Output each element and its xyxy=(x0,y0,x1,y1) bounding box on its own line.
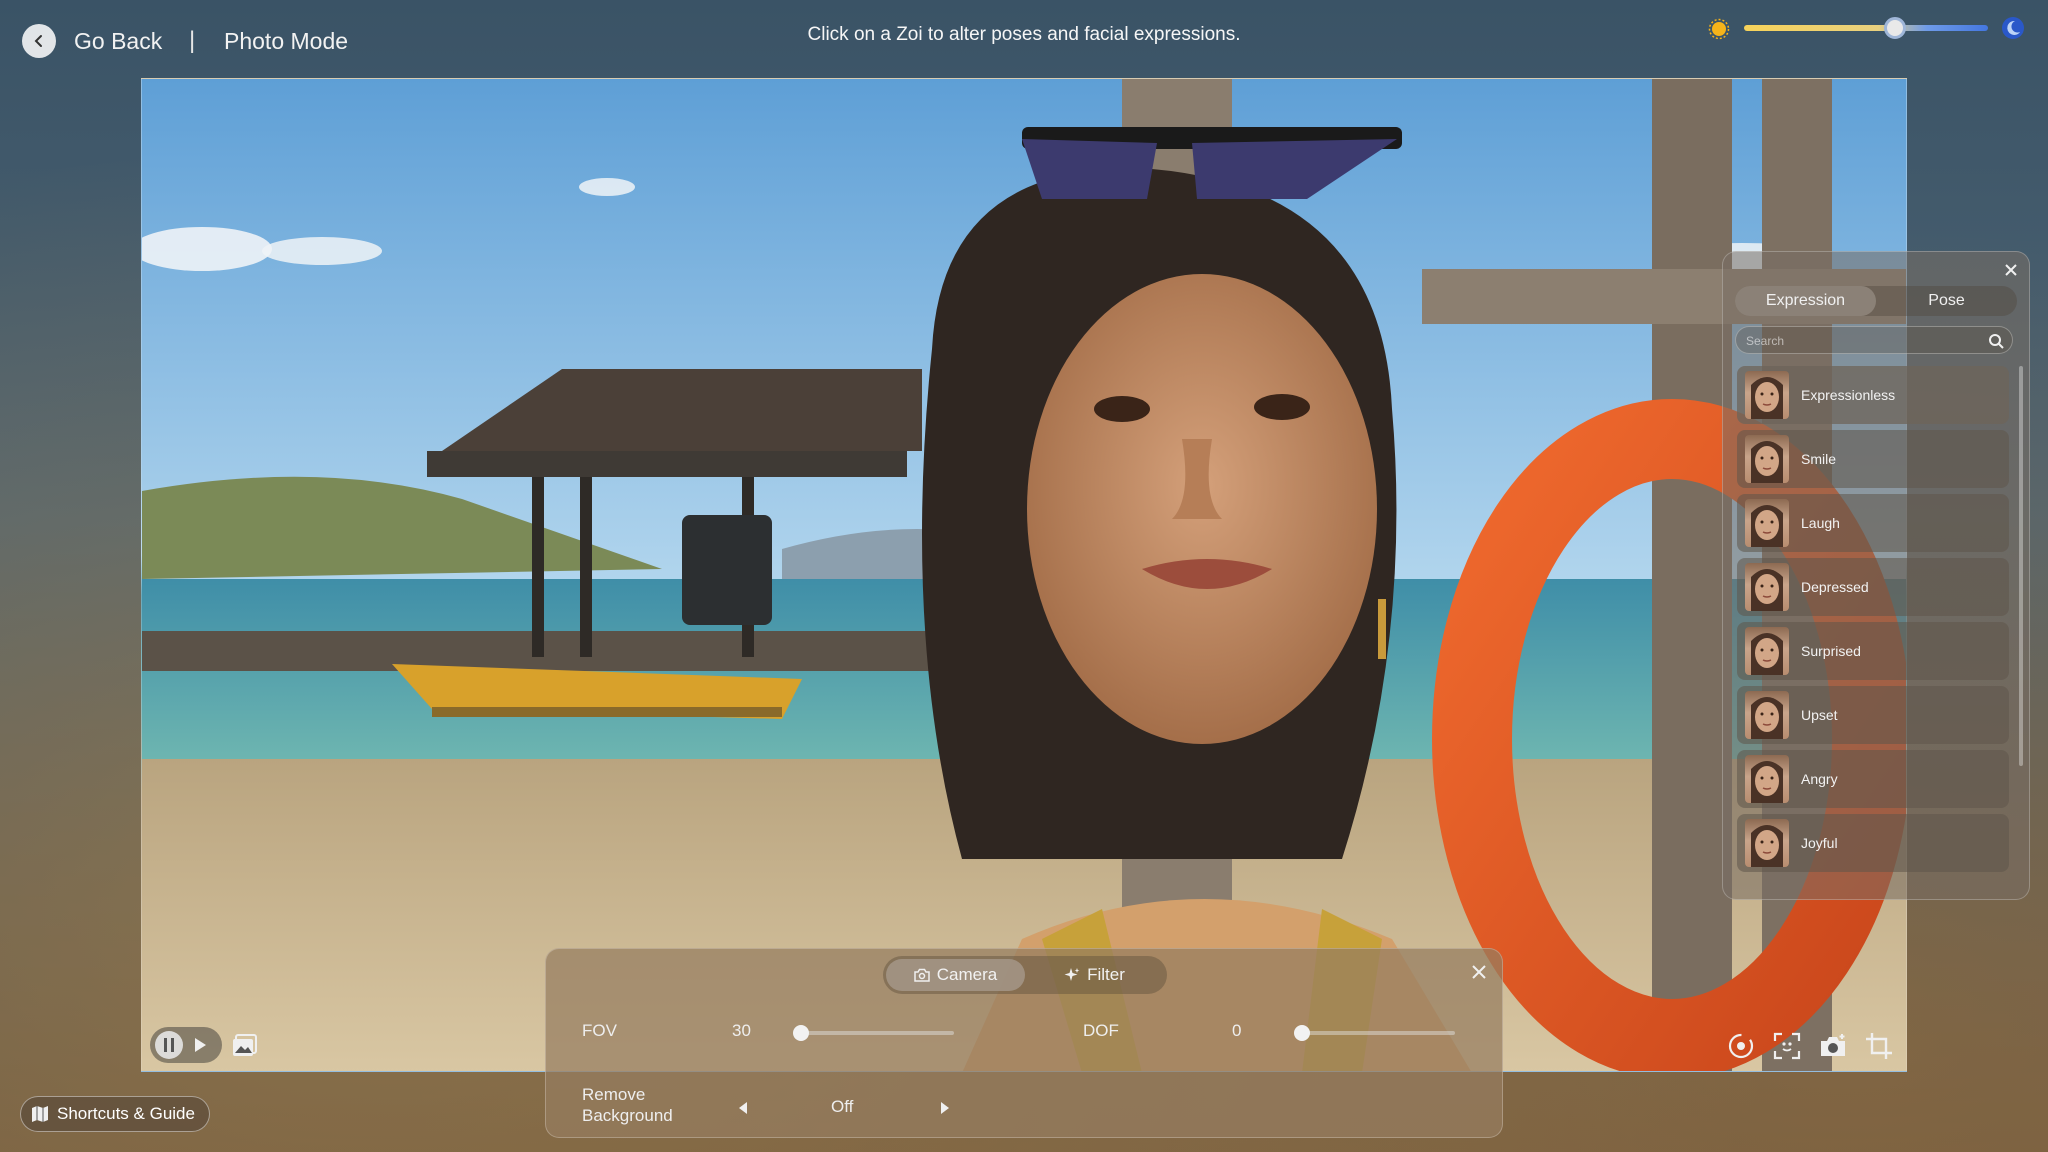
arrow-right-icon[interactable] xyxy=(938,1101,952,1115)
list-item[interactable]: Laugh xyxy=(1737,494,2009,552)
close-icon[interactable] xyxy=(1470,963,1488,981)
pause-button[interactable] xyxy=(155,1031,183,1059)
map-book-icon xyxy=(32,1106,48,1122)
gallery-icon[interactable] xyxy=(232,1033,258,1057)
list-item[interactable]: Joyful xyxy=(1737,814,2009,872)
expression-list: Expressionless Smile Laugh Depressed Surpris… xyxy=(1737,366,2009,878)
fov-slider-knob[interactable] xyxy=(793,1025,809,1041)
expression-panel: Expression Pose Expressionless Smile Laugh… xyxy=(1722,251,2030,900)
expression-label: Smile xyxy=(1801,451,1837,467)
expression-label: Laugh xyxy=(1801,515,1840,531)
expression-label: Depressed xyxy=(1801,579,1869,595)
instruction-hint: Click on a Zoi to alter poses and facial… xyxy=(807,24,1241,45)
remove-background-label-line2: Background xyxy=(582,1106,673,1125)
fov-slider[interactable] xyxy=(793,1025,954,1041)
shortcuts-guide-button[interactable]: Shortcuts & Guide xyxy=(20,1096,210,1132)
camera-settings-panel: Camera Filter FOV 30 DOF 0 Remove Backgr… xyxy=(545,948,1503,1138)
list-item[interactable]: Depressed xyxy=(1737,558,2009,616)
sparkle-icon xyxy=(1064,968,1080,981)
face-thumbnail xyxy=(1745,499,1789,547)
list-item[interactable]: Angry xyxy=(1737,750,2009,808)
playback-controls xyxy=(150,1027,222,1063)
tab-expression[interactable]: Expression xyxy=(1735,286,1876,316)
expression-label: Angry xyxy=(1801,771,1838,787)
time-of-day-slider[interactable] xyxy=(1744,17,1988,39)
expression-pose-tabs: Expression Pose xyxy=(1735,286,2017,316)
tab-pose[interactable]: Pose xyxy=(1876,286,2017,316)
list-item[interactable]: Upset xyxy=(1737,686,2009,744)
remove-background-label-line1: Remove xyxy=(582,1085,646,1104)
dof-slider[interactable] xyxy=(1294,1025,1455,1041)
scrollbar[interactable] xyxy=(2019,366,2023,766)
search-field[interactable] xyxy=(1735,326,2013,354)
sun-icon xyxy=(1708,18,1730,40)
dof-slider-knob[interactable] xyxy=(1294,1025,1310,1041)
list-item[interactable]: Expressionless xyxy=(1737,366,2009,424)
dof-value: 0 xyxy=(1232,1021,1242,1040)
tab-camera-label: Camera xyxy=(936,965,998,984)
play-icon[interactable] xyxy=(193,1037,207,1053)
face-thumbnail xyxy=(1745,563,1789,611)
list-item[interactable]: Smile xyxy=(1737,430,2009,488)
moon-icon xyxy=(2002,17,2024,39)
expression-label: Expressionless xyxy=(1801,387,1896,403)
tab-filter[interactable]: Filter xyxy=(1025,959,1164,991)
pause-icon xyxy=(164,1038,174,1052)
fov-label: FOV xyxy=(582,1021,617,1040)
list-item[interactable]: Surprised xyxy=(1737,622,2009,680)
expression-label: Surprised xyxy=(1801,643,1861,659)
face-thumbnail xyxy=(1745,627,1789,675)
fov-value: 30 xyxy=(732,1021,751,1040)
remove-background-value: Off xyxy=(831,1097,854,1116)
rotate-camera-icon[interactable] xyxy=(1726,1031,1756,1061)
face-thumbnail xyxy=(1745,819,1789,867)
camera-icon xyxy=(914,968,930,982)
capture-photo-icon[interactable] xyxy=(1818,1031,1848,1061)
search-input[interactable] xyxy=(1746,331,1976,351)
scene-image xyxy=(142,79,1906,1071)
search-icon[interactable] xyxy=(1988,333,2004,349)
photo-viewport[interactable] xyxy=(141,78,1907,1072)
face-thumbnail xyxy=(1745,435,1789,483)
dof-label: DOF xyxy=(1083,1021,1119,1040)
close-icon[interactable] xyxy=(2003,262,2019,278)
tab-camera[interactable]: Camera xyxy=(886,959,1025,991)
crop-icon[interactable] xyxy=(1864,1031,1894,1061)
tab-filter-label: Filter xyxy=(1087,965,1125,984)
face-thumbnail xyxy=(1745,691,1789,739)
focus-frame-icon[interactable] xyxy=(1772,1031,1802,1061)
face-thumbnail xyxy=(1745,755,1789,803)
expression-label: Joyful xyxy=(1801,835,1838,851)
shortcuts-label: Shortcuts & Guide xyxy=(57,1104,195,1123)
camera-filter-tabs: Camera Filter xyxy=(883,956,1167,994)
face-thumbnail xyxy=(1745,371,1789,419)
arrow-left-icon[interactable] xyxy=(736,1101,750,1115)
expression-label: Upset xyxy=(1801,707,1838,723)
